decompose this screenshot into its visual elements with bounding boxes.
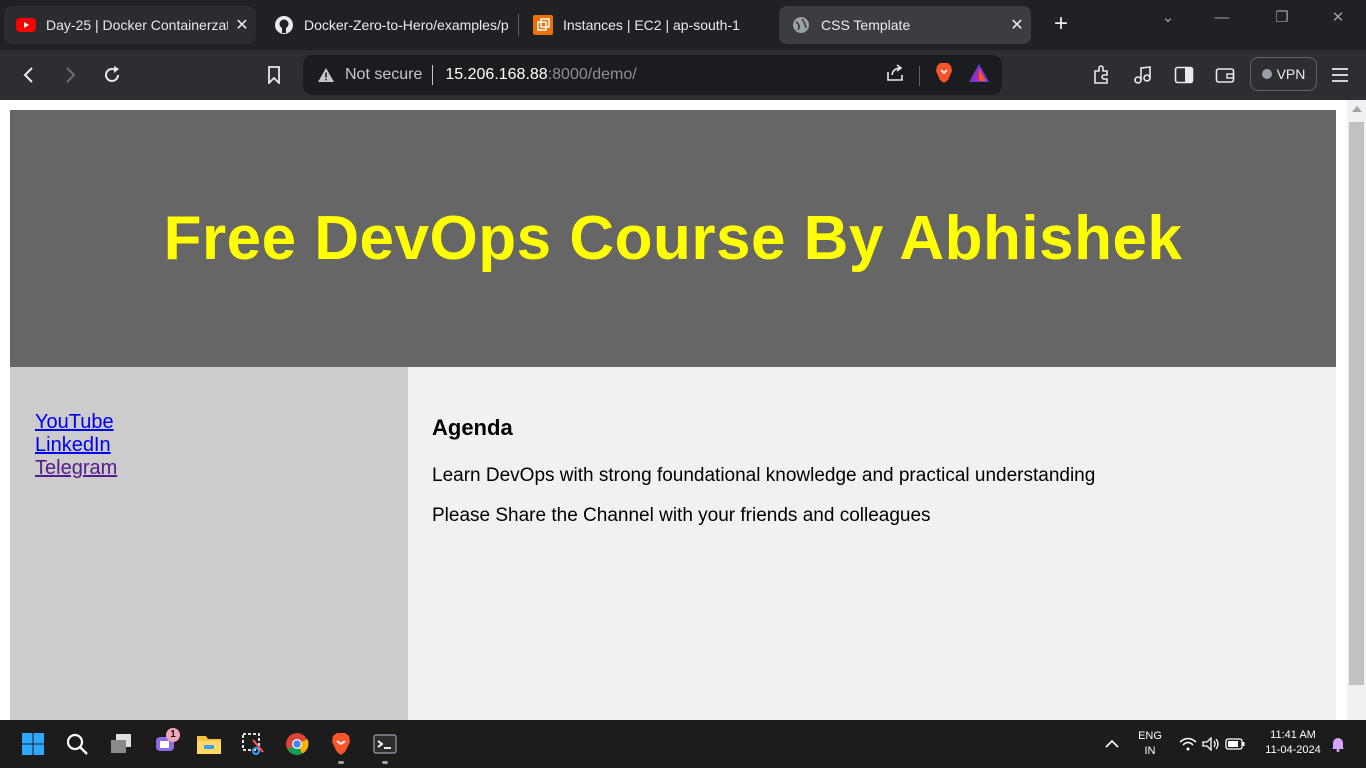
running-indicator — [382, 761, 388, 764]
youtube-link[interactable]: YouTube — [35, 411, 383, 434]
vpn-status-icon — [1261, 69, 1272, 79]
page-title: Free DevOps Course By Abhishek — [163, 204, 1183, 273]
tab-title: CSS Template — [821, 17, 911, 33]
close-window-icon[interactable]: ✕ — [1318, 6, 1358, 30]
share-paragraph: Please Share the Channel with your frien… — [432, 505, 931, 526]
snipping-tool-icon[interactable] — [237, 728, 269, 760]
youtube-icon — [16, 15, 36, 35]
sidebar-icon[interactable] — [1169, 60, 1199, 90]
vpn-button[interactable]: VPN — [1250, 57, 1317, 91]
github-icon — [274, 15, 294, 35]
running-indicator — [338, 761, 344, 764]
globe-icon — [791, 15, 811, 35]
restore-icon[interactable]: ❐ — [1262, 6, 1302, 30]
brave-browser-icon[interactable] — [325, 728, 357, 760]
address-bar[interactable]: Not secure 15.206.168.88:8000/demo/ — [303, 55, 1002, 95]
tab-search-chevron-icon[interactable]: ⌄ — [1148, 6, 1188, 30]
bookmark-icon[interactable] — [259, 60, 289, 90]
extensions-icon[interactable] — [1086, 60, 1116, 90]
agenda-heading: Agenda — [432, 415, 513, 440]
tab-title: Day-25 | Docker Containerzation — [46, 17, 228, 33]
url-icons-divider — [919, 65, 920, 86]
chrome-icon[interactable] — [281, 728, 313, 760]
chevron-up-icon[interactable] — [1096, 728, 1128, 760]
page-header: Free DevOps Course By Abhishek — [10, 110, 1336, 367]
clock[interactable]: 11:41 AM 11-04-2024 — [1255, 729, 1331, 756]
url-divider — [432, 65, 434, 85]
tab-title: Instances | EC2 | ap-south-1 — [563, 17, 740, 33]
reload-icon[interactable] — [97, 60, 127, 90]
main-content: Agenda Learn DevOps with strong foundati… — [408, 367, 1336, 720]
windows-start-icon[interactable] — [17, 728, 49, 760]
search-icon[interactable] — [61, 728, 93, 760]
tab-divider — [518, 14, 519, 36]
language-indicator[interactable]: ENG IN — [1134, 730, 1166, 757]
tab-aws-ec2[interactable]: Instances | EC2 | ap-south-1 — [521, 6, 779, 44]
scroll-up-icon[interactable] — [1352, 106, 1362, 112]
close-icon[interactable]: ✕ — [228, 15, 256, 35]
language-code: ENG — [1138, 730, 1162, 742]
media-music-icon[interactable] — [1127, 60, 1157, 90]
windows-taskbar: ENG IN 11:41 AM 11-04-2024 — [0, 720, 1366, 768]
clock-time: 11:41 AM — [1270, 729, 1316, 741]
linkedin-link[interactable]: LinkedIn — [35, 434, 383, 457]
battery-icon[interactable] — [1219, 728, 1251, 760]
scroll-thumb[interactable] — [1349, 122, 1364, 685]
minimize-icon[interactable]: — — [1202, 6, 1242, 30]
brave-rewards-icon[interactable] — [968, 63, 990, 88]
page-viewport: Free DevOps Course By Abhishek YouTube L… — [0, 100, 1347, 720]
agenda-paragraph: Learn DevOps with strong foundational kn… — [432, 465, 1096, 486]
back-arrow-icon[interactable] — [14, 60, 44, 90]
close-icon[interactable]: ✕ — [1003, 15, 1031, 35]
telegram-link[interactable]: Telegram — [35, 457, 383, 480]
url-host: 15.206.168.88 — [445, 66, 548, 83]
tab-title: Docker-Zero-to-Hero/examples/p — [304, 17, 509, 33]
clock-date: 11-04-2024 — [1265, 744, 1321, 756]
notification-bell-icon[interactable] — [1322, 728, 1354, 760]
warning-icon[interactable] — [317, 66, 335, 84]
terminal-icon[interactable] — [369, 728, 401, 760]
tab-css-template[interactable]: CSS Template ✕ — [779, 6, 1031, 44]
menu-icon[interactable] — [1325, 60, 1355, 90]
url-path: :8000/demo/ — [547, 66, 637, 83]
security-label[interactable]: Not secure — [345, 66, 422, 84]
aws-icon — [533, 15, 553, 35]
tab-youtube[interactable]: Day-25 | Docker Containerzation ✕ — [4, 6, 256, 44]
forward-arrow-icon[interactable] — [55, 60, 85, 90]
vpn-label: VPN — [1276, 66, 1306, 82]
tab-github[interactable]: Docker-Zero-to-Hero/examples/p — [262, 6, 520, 44]
file-explorer-icon[interactable] — [193, 728, 225, 760]
share-icon[interactable] — [885, 63, 905, 88]
nav-sidebar: YouTube LinkedIn Telegram — [10, 367, 408, 720]
wallet-icon[interactable] — [1210, 60, 1240, 90]
brave-shields-icon[interactable] — [934, 62, 954, 89]
task-view-icon[interactable] — [105, 728, 137, 760]
region-code: IN — [1144, 745, 1156, 757]
notification-badge: 1 — [166, 728, 180, 742]
tab-strip: Day-25 | Docker Containerzation ✕ Docker… — [0, 0, 1366, 50]
vertical-scrollbar[interactable] — [1347, 100, 1366, 720]
new-tab-button[interactable]: + — [1046, 10, 1076, 40]
